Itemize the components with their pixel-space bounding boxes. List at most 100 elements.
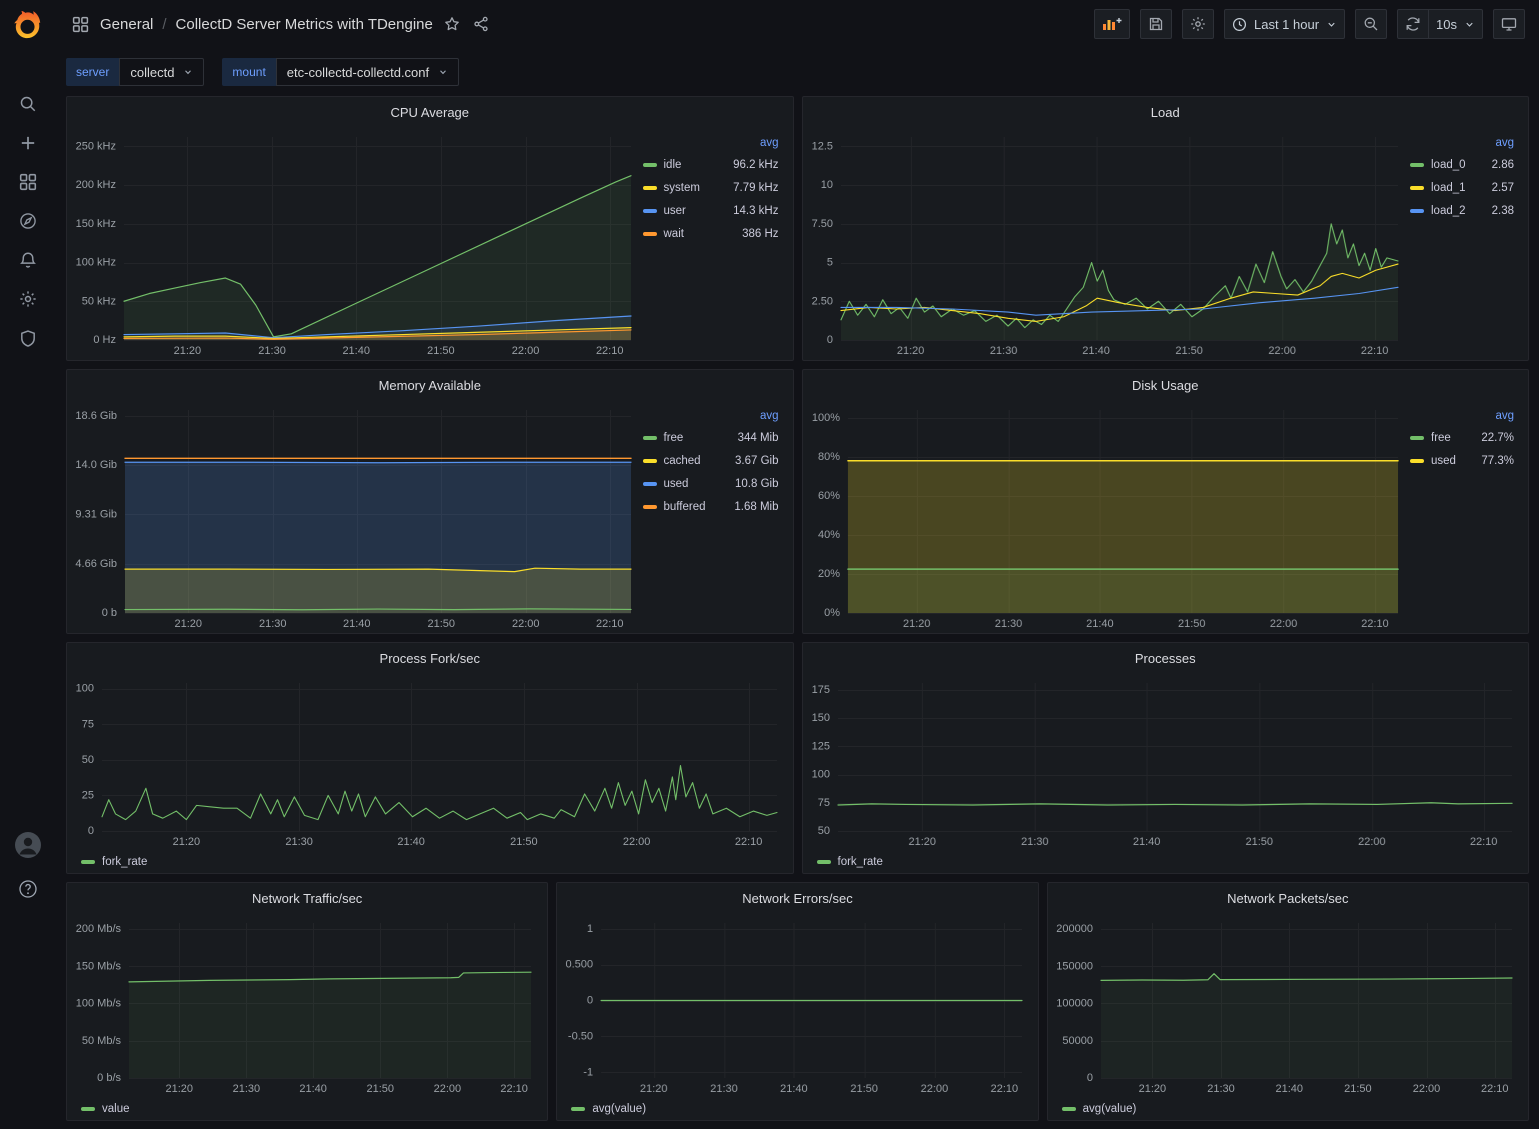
dashboard-settings-button[interactable] [1182,9,1214,39]
legend-item-idle[interactable]: idle 96.2 kHz [643,153,779,176]
time-range-label: Last 1 hour [1254,17,1319,32]
variable-server-dropdown[interactable]: collectd [119,58,204,86]
gear-icon [1190,16,1206,32]
legend-item-system[interactable]: system 7.79 kHz [643,176,779,199]
legend-item-load1[interactable]: load_1 2.57 [1410,176,1514,199]
legend-avg-header[interactable]: avg [643,133,779,153]
panel-title[interactable]: Processes [1135,651,1196,666]
panel-header[interactable]: Process Fork/sec [67,643,793,673]
series-swatch [643,186,657,190]
sidebar-bottom [0,832,56,904]
breadcrumb-separator: / [162,16,166,33]
legend-item-fork-rate[interactable]: fork_rate [807,851,1521,873]
network-packets-chart[interactable] [1052,913,1520,1098]
panel-header[interactable]: Memory Available [67,370,793,400]
legend-avg-header[interactable]: avg [643,406,779,426]
legend-item-user[interactable]: user 14.3 kHz [643,199,779,222]
gear-icon [19,290,37,308]
legend-avg-header[interactable]: avg [1410,133,1514,153]
chevron-down-icon [183,67,193,77]
sidebar-item-create[interactable] [19,134,37,152]
help-button[interactable] [18,879,38,904]
panel-title[interactable]: Process Fork/sec [380,651,480,666]
panel-header[interactable]: Network Traffic/sec [67,883,547,913]
panel-title[interactable]: CPU Average [390,105,469,120]
panel-title[interactable]: Network Errors/sec [742,891,853,906]
legend-item-free[interactable]: free 22.7% [1410,426,1514,449]
panel-header[interactable]: Network Packets/sec [1048,883,1528,913]
network-traffic-chart[interactable] [71,913,539,1098]
panel-header[interactable]: Network Errors/sec [557,883,1037,913]
variable-mount-dropdown[interactable]: etc-collectd-collectd.conf [276,58,459,86]
grafana-logo[interactable] [13,9,43,39]
load-chart[interactable] [807,127,1407,360]
series-swatch [81,1107,95,1111]
refresh-interval-dropdown[interactable]: 10s [1429,9,1483,39]
network-errors-chart[interactable] [561,913,1029,1098]
share-dashboard-button[interactable] [471,14,491,34]
plus-icon [19,134,37,152]
legend-item-used[interactable]: used 77.3% [1410,449,1514,472]
panel-header[interactable]: Load [803,97,1529,127]
panel-memory-available: Memory Available avg free 344 Mib cached… [66,369,794,634]
variable-mount: mount etc-collectd-collectd.conf [222,58,459,86]
legend-item-cached[interactable]: cached 3.67 Gib [643,449,779,472]
legend-item-free[interactable]: free 344 Mib [643,426,779,449]
panel-header[interactable]: CPU Average [67,97,793,127]
legend-item-fork-rate[interactable]: fork_rate [71,851,785,873]
sidebar-item-configuration[interactable] [19,290,37,308]
panel-header[interactable]: Disk Usage [803,370,1529,400]
save-dashboard-button[interactable] [1140,9,1172,39]
process-fork-chart[interactable] [71,673,785,851]
sidebar-item-alerting[interactable] [19,251,37,269]
sidebar-item-server-admin[interactable] [19,329,37,347]
variable-mount-label: mount [222,58,275,86]
series-swatch [643,209,657,213]
compass-icon [19,212,37,230]
help-icon [18,879,38,899]
legend: avg free 344 Mib cached 3.67 Gib used [639,400,789,633]
legend-item-load2[interactable]: load_2 2.38 [1410,199,1514,222]
panel-title[interactable]: Memory Available [379,378,481,393]
dashboards-grid-icon [19,173,37,191]
processes-chart[interactable] [807,673,1521,851]
top-nav: General / CollectD Server Metrics with T… [56,0,1539,48]
monitor-icon [1501,16,1517,32]
shield-icon [19,329,37,347]
panel-title[interactable]: Network Packets/sec [1227,891,1348,906]
legend-item-avg-value[interactable]: avg(value) [1052,1098,1520,1120]
avatar-icon [15,832,41,858]
series-swatch [1410,186,1424,190]
add-panel-button[interactable] [1094,9,1130,39]
sidebar-item-dashboards[interactable] [19,173,37,191]
legend-item-value[interactable]: value [71,1098,539,1120]
share-icon [473,16,489,32]
time-range-picker[interactable]: Last 1 hour [1224,9,1345,39]
chevron-down-icon [1464,19,1475,30]
breadcrumb-general[interactable]: General [100,16,153,33]
panel-title[interactable]: Network Traffic/sec [252,891,362,906]
legend-item-buffered[interactable]: buffered 1.68 Mib [643,495,779,518]
panel-cpu-average: CPU Average avg idle 96.2 kHz system 7.7… [66,96,794,361]
legend-item-avg-value[interactable]: avg(value) [561,1098,1029,1120]
legend-avg-header[interactable]: avg [1410,406,1514,426]
panel-title[interactable]: Load [1151,105,1180,120]
legend-item-load0[interactable]: load_0 2.86 [1410,153,1514,176]
toolbar: Last 1 hour 10s [1094,9,1525,39]
zoom-out-button[interactable] [1355,9,1387,39]
legend-item-wait[interactable]: wait 386 Hz [643,222,779,245]
memory-available-chart[interactable] [71,400,639,633]
cpu-average-chart[interactable] [71,127,639,360]
sidebar-item-search[interactable] [19,95,37,113]
panel-header[interactable]: Processes [803,643,1529,673]
panel-title[interactable]: Disk Usage [1132,378,1198,393]
star-dashboard-button[interactable] [442,14,462,34]
legend-item-used[interactable]: used 10.8 Gib [643,472,779,495]
chevron-down-icon [438,67,448,77]
refresh-button[interactable] [1397,9,1429,39]
cycle-view-mode-button[interactable] [1493,9,1525,39]
series-swatch [1062,1107,1076,1111]
sidebar-item-explore[interactable] [19,212,37,230]
user-avatar[interactable] [15,832,41,863]
disk-usage-chart[interactable] [807,400,1407,633]
